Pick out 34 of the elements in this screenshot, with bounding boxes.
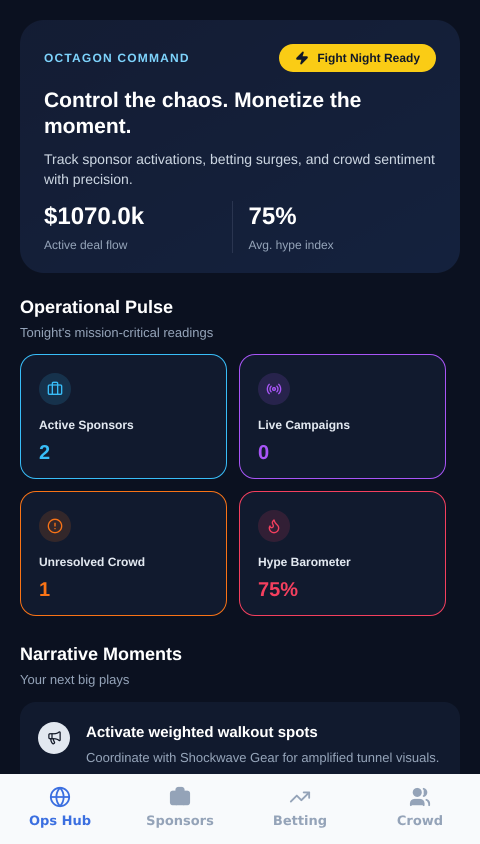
metric-label: Active Sponsors — [39, 417, 135, 433]
metric-value: 0 — [258, 441, 270, 466]
metric-label: Unresolved Crowd — [39, 554, 146, 570]
megaphone-icon — [46, 730, 62, 745]
status-badge: Fight Night Ready — [279, 44, 436, 72]
stat-label: Active deal flow — [44, 236, 128, 252]
metric-label: Live Campaigns — [258, 417, 352, 433]
metric-value: 2 — [39, 441, 52, 466]
stat-value: $1070.0k — [44, 202, 146, 232]
section-title: Operational Pulse — [20, 296, 174, 319]
eyebrow-label: OCTAGON COMMAND — [44, 50, 190, 66]
people-icon — [409, 786, 431, 808]
metric-label: Hype Barometer — [258, 554, 352, 570]
lightning-icon — [295, 51, 310, 65]
nav-tab[interactable]: Crowd — [360, 774, 480, 844]
alert-icon — [47, 518, 63, 534]
nav-tab[interactable]: Ops Hub — [0, 774, 120, 844]
moment-detail: Coordinate with Shockwave Gear for amplified tunnel visuals. — [86, 749, 440, 767]
metric-value: 75% — [258, 578, 300, 603]
nav-tab[interactable]: Betting — [240, 774, 360, 844]
hero-title: Control the chaos. Monetize the moment. — [44, 88, 362, 140]
section-title: Narrative Moments — [20, 643, 184, 666]
broadcast-icon — [266, 381, 282, 397]
stat-label: Avg. hype index — [248, 236, 335, 252]
briefcase-icon — [47, 381, 63, 397]
section-subtitle: Your next big plays — [20, 671, 130, 689]
stat-value: 75% — [248, 202, 298, 232]
moment-title: Activate weighted walkout spots — [86, 722, 319, 742]
flame-icon — [266, 518, 282, 534]
metric-value: 1 — [39, 578, 52, 603]
section-subtitle: Tonight's mission-critical readings — [20, 324, 214, 342]
nav-tab[interactable]: Sponsors — [120, 774, 240, 844]
hero-subtitle: Track sponsor activations, betting surges, and crowd sentiment with precision. — [44, 150, 436, 188]
briefcase-icon — [169, 786, 191, 808]
